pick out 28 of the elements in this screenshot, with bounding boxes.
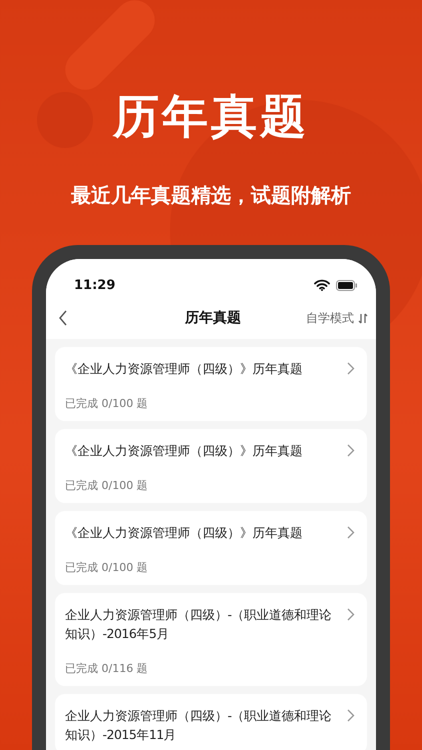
- chevron-right-icon: [347, 709, 355, 722]
- headline: 历年真题: [113, 88, 309, 145]
- exam-card[interactable]: 《企业人力资源管理师（四级）》历年真题 已完成 0/100 题: [55, 429, 367, 503]
- status-time: 11:29: [74, 278, 116, 292]
- exam-card[interactable]: 企业人力资源管理师（四级）-（职业道德和理论知识）-2016年5月 已完成 0/116 题: [55, 593, 367, 686]
- exam-title: 企业人力资源管理师（四级）-（职业道德和理论知识）-2016年5月: [65, 606, 333, 643]
- mode-toggle[interactable]: 自学模式: [306, 310, 354, 326]
- back-icon[interactable]: [58, 310, 68, 326]
- chevron-right-icon: [347, 526, 355, 539]
- exam-card[interactable]: 《企业人力资源管理师（四级）》历年真题 已完成 0/100 题: [55, 511, 367, 585]
- exam-card[interactable]: 《企业人力资源管理师（四级）》历年真题 已完成 0/100 题: [55, 347, 367, 421]
- exam-title: 《企业人力资源管理师（四级）》历年真题: [65, 524, 302, 542]
- progress-text: 已完成 0/100 题: [65, 396, 149, 411]
- progress-text: 已完成 0/100 题: [65, 478, 149, 493]
- progress-text: 已完成 0/100 题: [65, 560, 149, 575]
- wifi-icon: [314, 279, 330, 291]
- page-title: 历年真题: [185, 309, 241, 327]
- chevron-right-icon: [347, 362, 355, 375]
- exam-title: 《企业人力资源管理师（四级）》历年真题: [65, 360, 302, 378]
- subtitle: 最近几年真题精选，试题附解析: [71, 182, 351, 209]
- chevron-right-icon: [347, 444, 355, 457]
- progress-text: 已完成 0/116 题: [65, 661, 149, 676]
- chevron-right-icon: [347, 608, 355, 621]
- exam-title: 企业人力资源管理师（四级）-（职业道德和理论知识）-2015年11月: [65, 707, 333, 744]
- exam-title: 《企业人力资源管理师（四级）》历年真题: [65, 442, 302, 460]
- exam-card[interactable]: 企业人力资源管理师（四级）-（职业道德和理论知识）-2015年11月: [55, 694, 367, 750]
- sort-icon[interactable]: [358, 312, 368, 324]
- battery-icon: [336, 280, 358, 290]
